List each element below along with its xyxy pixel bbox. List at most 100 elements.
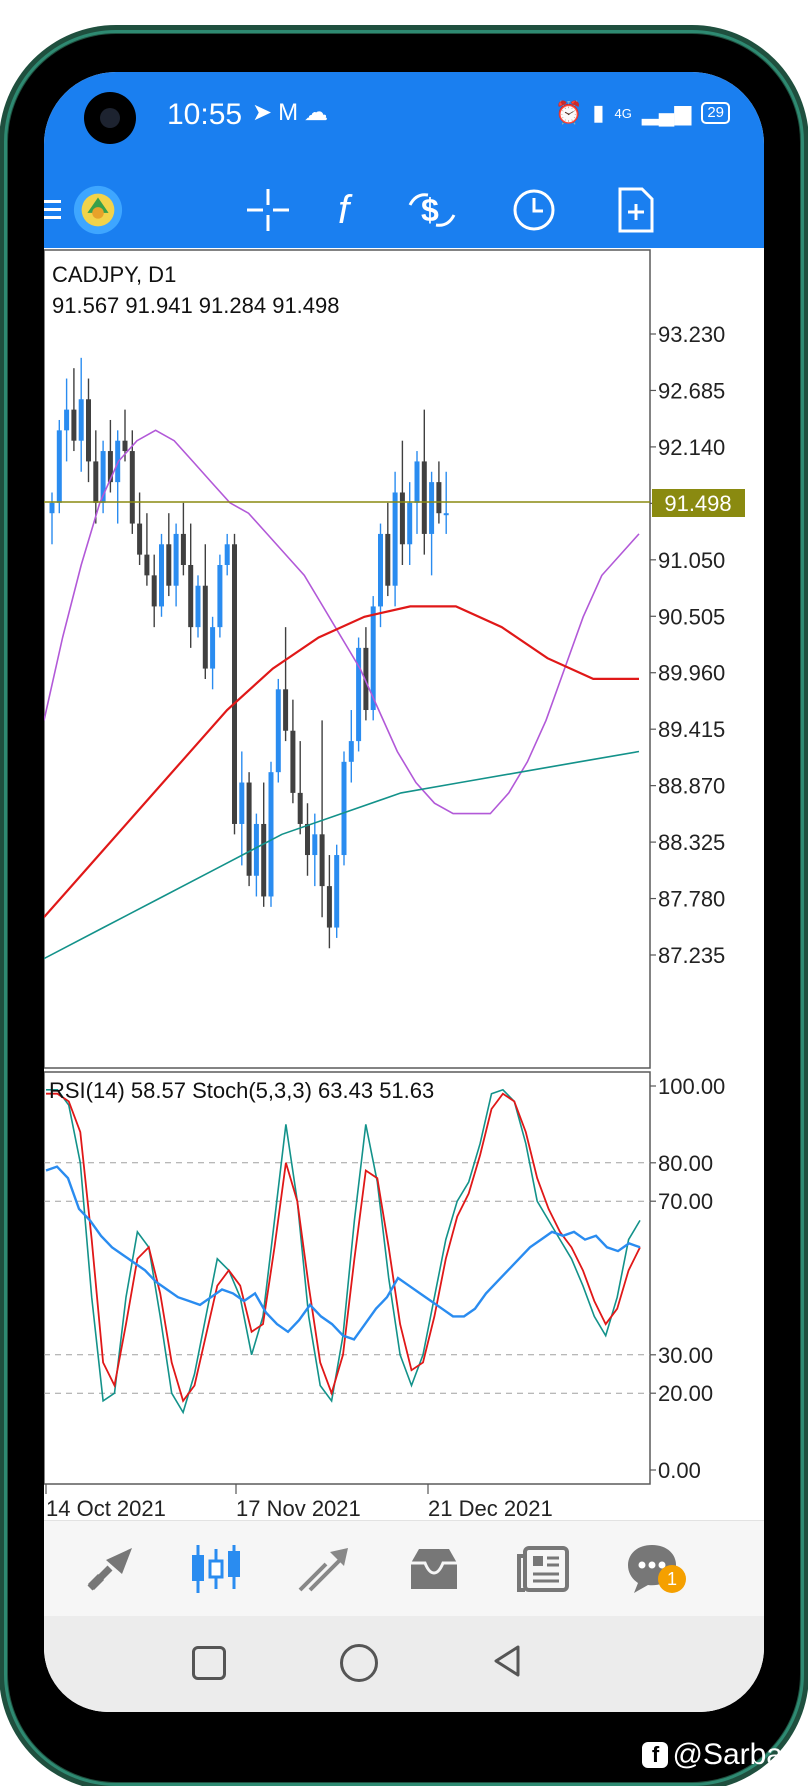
candle-body (159, 544, 164, 607)
candle-body (246, 782, 252, 876)
chat-badge: 1 (658, 1565, 686, 1593)
candle-body (202, 585, 208, 669)
price-axis-label: 89.960 (658, 661, 725, 686)
candle-body (399, 492, 405, 545)
telegram-icon: ➤ (252, 99, 279, 126)
phone-screen: 10:55 ➤M☁ ⏰ ▮ 4G ▂▄▆ 29 f $ 93.230 92.68… (44, 72, 764, 1712)
gmail-icon: M (278, 99, 305, 126)
history-icon[interactable] (404, 1541, 464, 1597)
chart-toolbar: f $ (44, 172, 764, 248)
candle-body (86, 399, 91, 462)
candle-body (334, 855, 340, 928)
candle-body (180, 533, 186, 565)
candle-body (385, 533, 391, 586)
candle-body (137, 523, 143, 555)
alarm-icon: ⏰ (555, 100, 583, 125)
candle-body (144, 554, 150, 576)
home-button[interactable] (340, 1644, 378, 1682)
candle-body (56, 430, 62, 503)
candle-body (232, 544, 237, 824)
news-icon[interactable] (514, 1541, 574, 1597)
svg-text:f: f (338, 188, 353, 232)
recent-apps-button[interactable] (192, 1646, 226, 1680)
chat-icon[interactable]: 1 (624, 1541, 686, 1597)
indicator-axis-label: 100.00 (658, 1074, 725, 1099)
price-axis-label: 88.325 (658, 830, 725, 855)
ohlc-label: 91.567 91.941 91.284 91.498 (52, 293, 340, 318)
facebook-icon: f (642, 1742, 669, 1768)
quotes-icon[interactable] (82, 1541, 142, 1597)
date-axis-label: 17 Nov 2021 (236, 1496, 361, 1521)
candle-body (436, 482, 442, 514)
candle-body (305, 823, 310, 856)
candle-body (64, 409, 70, 431)
candle-body (283, 689, 289, 731)
candle-body (429, 482, 435, 534)
candle-body (297, 792, 303, 824)
indicator-axis-label: 70.00 (658, 1189, 713, 1214)
watermark-text: @Sarbaz (672, 1738, 798, 1771)
candle-body (151, 575, 157, 607)
crosshair-icon[interactable] (242, 184, 294, 236)
candle-body (421, 461, 427, 534)
price-axis-label: 92.140 (658, 435, 725, 460)
candle-body (392, 492, 398, 586)
price-axis-label: 93.230 (658, 322, 725, 347)
candle-body (341, 761, 347, 856)
network-type: 4G (614, 105, 632, 121)
notification-icons: ➤M☁ (252, 98, 334, 127)
front-camera (84, 92, 136, 144)
price-axis-label: 91.050 (658, 548, 725, 573)
system-navigation-bar (44, 1616, 764, 1712)
chart-svg[interactable]: 93.23092.68592.14091.59591.05090.50589.9… (44, 248, 764, 1592)
chart-icon[interactable] (186, 1541, 246, 1597)
watermark: f @Sarbaz (642, 1738, 798, 1772)
candle-body (326, 886, 332, 928)
menu-icon[interactable] (44, 184, 66, 236)
candle-body (210, 627, 216, 669)
indicator-axis-label: 30.00 (658, 1343, 713, 1368)
candle-body (122, 440, 128, 452)
candle-body (312, 834, 318, 856)
signal-icon: ▂▄▆ (641, 100, 692, 125)
candle-body (268, 772, 274, 897)
candle-body (129, 451, 135, 524)
templates-icon[interactable] (610, 184, 662, 236)
price-axis-label: 87.235 (658, 943, 725, 968)
candle-body (195, 585, 201, 628)
candle-body (275, 689, 281, 773)
candle-body (78, 399, 84, 441)
chart-area[interactable]: 93.23092.68592.14091.59591.05090.50589.9… (44, 248, 764, 1592)
price-axis-label: 90.505 (658, 604, 725, 629)
timeframe-icon[interactable] (508, 184, 560, 236)
indicators-icon[interactable]: f (324, 184, 376, 236)
indicator-axis-label: 80.00 (658, 1151, 713, 1176)
candle-body (348, 741, 354, 762)
bottom-navigation: 1 (44, 1520, 764, 1617)
svg-text:$: $ (421, 192, 439, 228)
trade-icon[interactable]: $ (406, 184, 458, 236)
candle-body (253, 823, 259, 876)
status-bar: 10:55 ➤M☁ ⏰ ▮ 4G ▂▄▆ 29 (44, 72, 764, 172)
candle-body (407, 502, 413, 545)
app-logo-icon[interactable] (72, 184, 124, 236)
candle-body (290, 730, 296, 793)
candle-body (319, 834, 325, 887)
status-time: 10:55 (167, 98, 243, 131)
candle-body (239, 782, 245, 824)
battery-level: 29 (701, 102, 730, 124)
date-axis-label: 14 Oct 2021 (46, 1496, 166, 1521)
candle-body (414, 461, 420, 503)
price-axis-label: 87.780 (658, 887, 725, 912)
chart-background (44, 248, 764, 1592)
date-axis-label: 21 Dec 2021 (428, 1496, 553, 1521)
trade-icon[interactable] (294, 1541, 354, 1597)
back-button[interactable] (492, 1644, 522, 1678)
indicator-label: RSI(14) 58.57 Stoch(5,3,3) 63.43 51.63 (49, 1078, 434, 1103)
candle-body (93, 461, 99, 503)
symbol-label: CADJPY, D1 (52, 262, 176, 287)
system-status-icons: ⏰ ▮ 4G ▂▄▆ 29 (555, 100, 730, 126)
candle-body (71, 409, 77, 441)
candle-body (217, 564, 223, 628)
indicator-axis-label: 0.00 (658, 1458, 701, 1483)
